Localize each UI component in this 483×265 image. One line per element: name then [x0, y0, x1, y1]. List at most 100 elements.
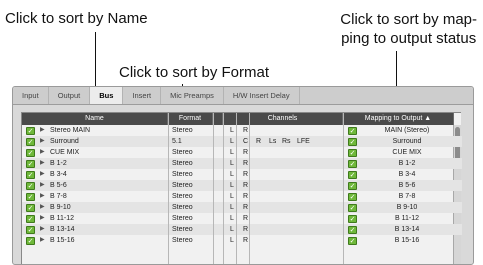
tab-input[interactable]: Input: [13, 87, 49, 104]
disclosure-triangle-icon[interactable]: ▶: [40, 136, 45, 147]
channel-label: R: [243, 171, 249, 178]
bus-name[interactable]: B 15-16: [50, 235, 166, 246]
mapping-checkbox-icon[interactable]: ✓: [348, 236, 357, 245]
channel-label: L: [230, 171, 234, 178]
disclosure-triangle-icon[interactable]: ▶: [40, 180, 45, 191]
mapping-to-output: B 5-6: [398, 182, 416, 189]
checkbox-checked-icon[interactable]: ✓: [26, 126, 35, 135]
disclosure-triangle-icon[interactable]: ▶: [40, 125, 45, 136]
disclosure-triangle-icon[interactable]: ▶: [40, 224, 45, 235]
mapping-to-output: B 11-12: [395, 215, 419, 222]
column-header-name[interactable]: Name: [22, 113, 168, 125]
tab-bus[interactable]: Bus: [90, 87, 124, 104]
checkbox-checked-icon[interactable]: ✓: [26, 148, 35, 157]
table-row[interactable]: ✓ ▶ B 5-6 Stereo L R ✓ B 5-6: [22, 180, 462, 191]
bus-format[interactable]: Stereo: [172, 169, 212, 180]
table-row[interactable]: ✓ ▶ B 11-12 Stereo L R ✓ B 11-12: [22, 213, 462, 224]
channel-label: L: [230, 237, 234, 244]
checkbox-checked-icon[interactable]: ✓: [26, 203, 35, 212]
tab-bar: Input Output Bus Insert Mic Preamps H/W Inser…: [13, 87, 473, 105]
column-header-format[interactable]: Format: [168, 113, 213, 125]
bus-name[interactable]: B 5-6: [50, 180, 166, 191]
checkbox-checked-icon[interactable]: ✓: [26, 137, 35, 146]
bus-name[interactable]: B 11-12: [50, 213, 166, 224]
channel-label: L: [230, 127, 234, 134]
channel-label: R: [243, 215, 249, 222]
column-divider: [236, 113, 237, 264]
column-header-channels: Channels: [223, 113, 343, 125]
disclosure-triangle-icon[interactable]: ▶: [40, 191, 45, 202]
channel-label: R: [243, 237, 249, 244]
mapping-checkbox-icon[interactable]: ✓: [348, 225, 357, 234]
disclosure-triangle-icon[interactable]: ▶: [40, 213, 45, 224]
mapping-checkbox-icon[interactable]: ✓: [348, 181, 357, 190]
bus-format[interactable]: Stereo: [172, 158, 212, 169]
mapping-to-output: B 7-8: [398, 193, 416, 200]
table-row[interactable]: ✓ ▶ B 9-10 Stereo L R ✓ B 9-10: [22, 202, 462, 213]
checkbox-checked-icon[interactable]: ✓: [26, 159, 35, 168]
mapping-checkbox-icon[interactable]: ✓: [348, 170, 357, 179]
mapping-checkbox-icon[interactable]: ✓: [348, 192, 357, 201]
channel-label: L: [230, 226, 234, 233]
bus-name[interactable]: Surround: [50, 136, 166, 147]
channel-label: R: [243, 182, 249, 189]
channel-label: L: [230, 149, 234, 156]
tab-h-w-insert-delay[interactable]: H/W Insert Delay: [224, 87, 300, 104]
channel-label: L: [230, 182, 234, 189]
mapping-checkbox-icon[interactable]: ✓: [348, 203, 357, 212]
checkbox-checked-icon[interactable]: ✓: [26, 236, 35, 245]
bus-format[interactable]: Stereo: [172, 180, 212, 191]
disclosure-triangle-icon[interactable]: ▶: [40, 158, 45, 169]
tab-insert[interactable]: Insert: [123, 87, 162, 104]
channel-label: Rs: [282, 138, 291, 145]
checkbox-checked-icon[interactable]: ✓: [26, 170, 35, 179]
bus-name[interactable]: B 1-2: [50, 158, 166, 169]
mapping-checkbox-icon[interactable]: ✓: [348, 159, 357, 168]
bus-format[interactable]: 5.1: [172, 136, 212, 147]
table-row[interactable]: ✓ ▶ Stereo MAIN Stereo L R ✓ MAIN (Stereo): [22, 125, 462, 136]
mapping-checkbox-icon[interactable]: ✓: [348, 126, 357, 135]
mapping-to-output: Surround: [392, 138, 422, 145]
disclosure-triangle-icon[interactable]: ▶: [40, 235, 45, 246]
bus-format[interactable]: Stereo: [172, 235, 212, 246]
disclosure-triangle-icon[interactable]: ▶: [40, 202, 45, 213]
bus-format[interactable]: Stereo: [172, 125, 212, 136]
table-row[interactable]: ✓ ▶ Surround 5.1 L C R Ls Rs LFE ✓ Surround: [22, 136, 462, 147]
checkbox-checked-icon[interactable]: ✓: [26, 225, 35, 234]
column-header-mapping-to-output[interactable]: Mapping to Output ▲: [343, 113, 454, 125]
table-row[interactable]: ✓ ▶ B 7-8 Stereo L R ✓ B 7-8: [22, 191, 462, 202]
bus-format[interactable]: Stereo: [172, 191, 212, 202]
column-divider: [343, 113, 344, 264]
bus-name[interactable]: B 9-10: [50, 202, 166, 213]
bus-name[interactable]: B 3-4: [50, 169, 166, 180]
bus-format[interactable]: Stereo: [172, 213, 212, 224]
checkbox-checked-icon[interactable]: ✓: [26, 181, 35, 190]
bus-format[interactable]: Stereo: [172, 147, 212, 158]
bus-name[interactable]: Stereo MAIN: [50, 125, 166, 136]
bus-name[interactable]: B 13-14: [50, 224, 166, 235]
bus-table: Name Format Channels Mapping to Output ▲…: [21, 112, 462, 264]
checkbox-checked-icon[interactable]: ✓: [26, 214, 35, 223]
column-divider: [223, 113, 224, 264]
bus-format[interactable]: Stereo: [172, 224, 212, 235]
table-row[interactable]: ✓ ▶ CUE MIX Stereo L R ✓ CUE MIX: [22, 147, 462, 158]
table-row[interactable]: ✓ ▶ B 15-16 Stereo L R ✓ B 15-16: [22, 235, 462, 246]
mapping-checkbox-icon[interactable]: ✓: [348, 137, 357, 146]
bus-name[interactable]: B 7-8: [50, 191, 166, 202]
mapping-checkbox-icon[interactable]: ✓: [348, 214, 357, 223]
bus-name[interactable]: CUE MIX: [50, 147, 166, 158]
checkbox-checked-icon[interactable]: ✓: [26, 192, 35, 201]
disclosure-triangle-icon[interactable]: ▶: [40, 169, 45, 180]
tab-mic-preamps[interactable]: Mic Preamps: [161, 87, 224, 104]
disclosure-triangle-icon[interactable]: ▶: [40, 147, 45, 158]
channel-label: R: [243, 226, 249, 233]
channel-label: R: [243, 193, 249, 200]
mapping-checkbox-icon[interactable]: ✓: [348, 148, 357, 157]
bus-format[interactable]: Stereo: [172, 202, 212, 213]
table-row[interactable]: ✓ ▶ B 13-14 Stereo L R ✓ B 13-14: [22, 224, 462, 235]
tab-output[interactable]: Output: [49, 87, 91, 104]
table-row[interactable]: ✓ ▶ B 1-2 Stereo L R ✓ B 1-2: [22, 158, 462, 169]
table-row[interactable]: ✓ ▶ B 3-4 Stereo L R ✓ B 3-4: [22, 169, 462, 180]
mapping-to-output: MAIN (Stereo): [384, 127, 430, 134]
channel-label: R: [243, 160, 249, 167]
